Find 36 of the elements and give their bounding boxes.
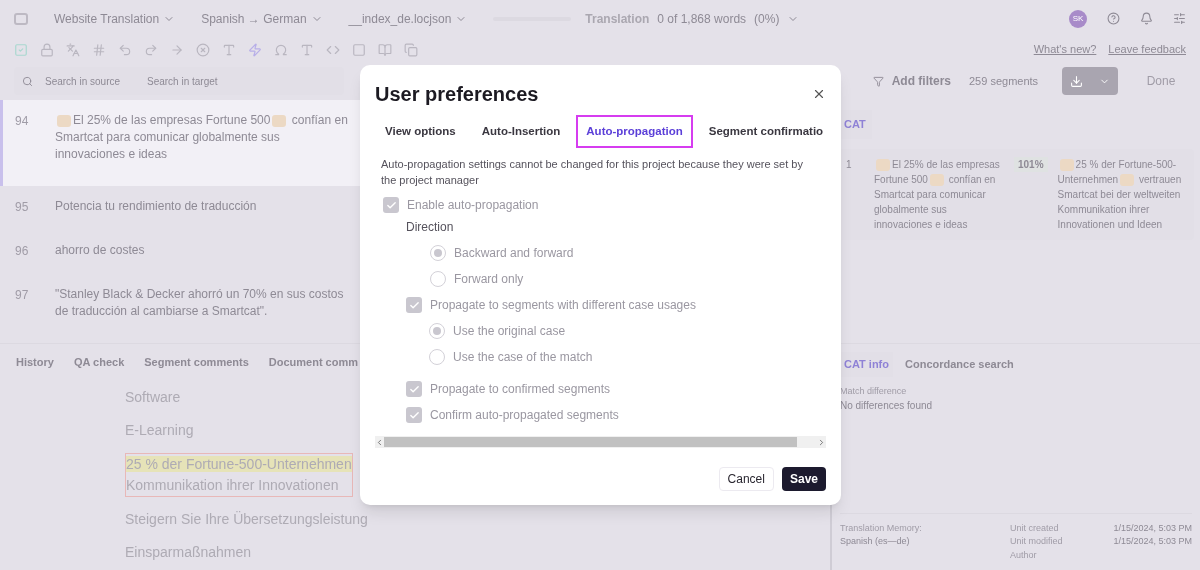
field-label: Unit modified [1010,535,1063,548]
progress-percent: (0%) [754,10,780,28]
segment-text: "Stanley Black & Decker ahorró un 70% en sus costos de traducción al cambiarse a Smartcat". [55,286,345,320]
field-label: Translation Memory: [840,521,923,535]
segment-number: 97 [15,287,30,304]
dialog-title: User preferences [375,82,539,107]
match-score: 101% [1014,156,1048,172]
field-value: 1/15/2024, 5:03 PM [1113,535,1192,548]
option-label: Use the original case [453,323,566,341]
match-number: 1 [846,157,853,172]
segment-number: 94 [15,113,30,130]
segment-text: ahorro de costes [55,242,146,259]
option-label: Forward only [454,271,524,289]
option-label: Use the case of the match [453,349,593,367]
field-label: Unit created [1010,521,1059,535]
segment-text: Potencia tu rendimiento de traducción [55,198,258,215]
option-label: Confirm auto-propagated segments [430,407,619,425]
segment-number: 95 [15,199,30,216]
stage-label: Translation [585,10,650,28]
field-value: 1/15/2024, 5:03 PM [1113,521,1192,535]
field-label: Match difference [840,384,908,398]
field-value: No differences found [840,399,934,413]
option-label: Backward and forward [454,245,574,263]
field-value: Spanish (es—de) [840,535,911,548]
match-target: 25 % der Fortune-500-Unternehmen vertrauen Smartcat bei der weltweiten Kommunikation ihrer Innovationen und Ideen [1057,157,1183,232]
field-label: Author [1010,548,1037,562]
option-label: Direction [406,219,454,237]
match-source: El 25% de las empresas Fortune 500 confían en Smartcat para comunicar globalmente sus innovaciones e ideas [874,157,1001,232]
segment-count: 259 segments [969,73,1040,89]
info-note: Auto-propagation settings cannot be changed for this project because they were set by the project manager [380,157,804,189]
segment-text: El 25% de las empresas Fortune 500 confían en Smartcat para comunicar globalmente sus innovaciones e ideas [55,112,349,163]
option-label: Propagate to confirmed segments [430,381,611,399]
segment-number: 96 [15,243,30,260]
word-count: 0 of 1,868 words [657,10,747,28]
option-label: Propagate to segments with different case usages [430,297,696,315]
option-label: Enable auto-propagation [407,197,539,215]
